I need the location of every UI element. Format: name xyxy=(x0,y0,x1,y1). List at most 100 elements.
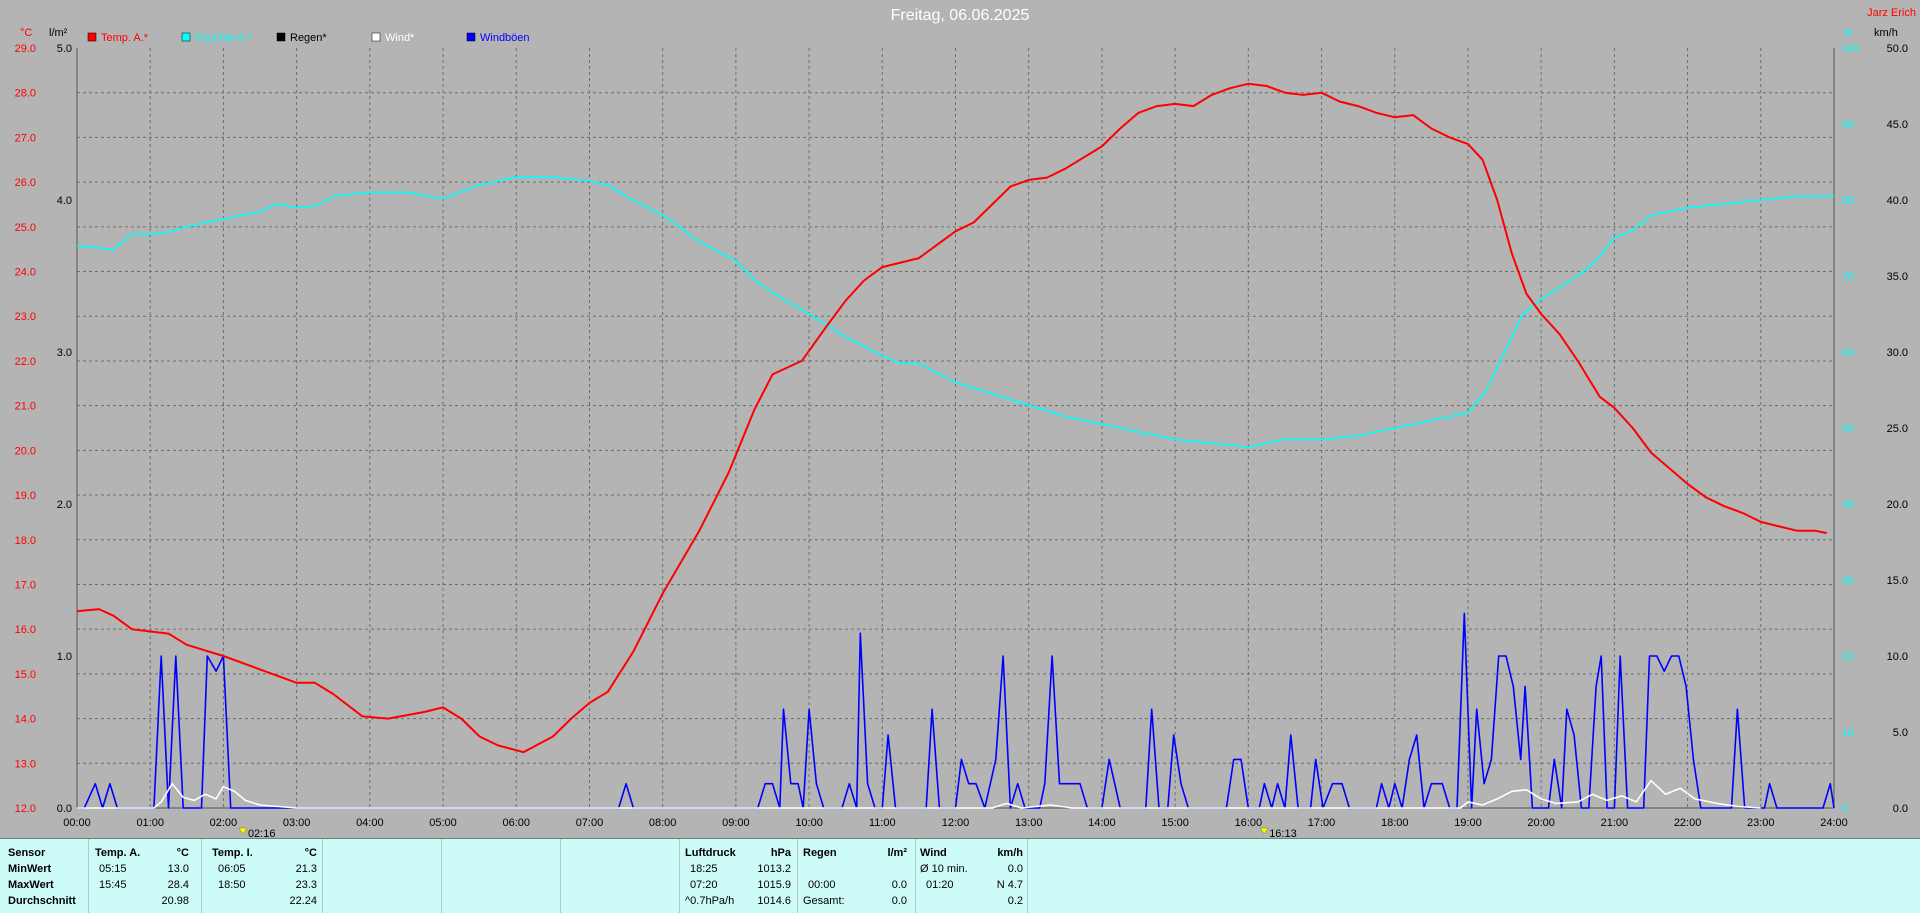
time-tick-label: 16:00 xyxy=(1235,817,1263,829)
time-tick-label: 03:00 xyxy=(283,817,311,829)
time-tick-label: 05:00 xyxy=(429,817,457,829)
legend-swatch xyxy=(466,32,476,42)
temp-tick-label: 23.0 xyxy=(15,311,36,323)
humidity-tick-label: 40 xyxy=(1842,499,1854,511)
time-tick-label: 23:00 xyxy=(1747,817,1775,829)
legend-label: Temp. A.* xyxy=(101,32,149,44)
sensor-header: Sensor xyxy=(8,847,46,859)
temp-tick-label: 26.0 xyxy=(15,177,36,189)
temp-a-min-time: 05:15 xyxy=(99,863,127,875)
regen-column: Regen l/m² 00:00 Gesamt: 0.0 0.0 xyxy=(798,839,916,913)
time-tick-label: 21:00 xyxy=(1601,817,1629,829)
time-tick-label: 19:00 xyxy=(1454,817,1482,829)
time-tick-label: 18:00 xyxy=(1381,817,1409,829)
temp-tick-label: 19.0 xyxy=(15,490,36,502)
wind-tick-label: 15.0 xyxy=(1887,575,1908,587)
wind-tick-label: 5.0 xyxy=(1893,727,1908,739)
time-tick-label: 02:00 xyxy=(210,817,238,829)
temp-tick-label: 24.0 xyxy=(15,267,36,279)
time-tick-label: 04:00 xyxy=(356,817,384,829)
wind-column: Wind km/h Ø 10 min. 01:20 0.0 N 4.7 0.2 xyxy=(916,839,1028,913)
author-label: Jarz Erich xyxy=(1867,7,1916,19)
wind-unit-label: km/h xyxy=(1874,27,1898,39)
time-tick-label: 20:00 xyxy=(1527,817,1555,829)
temp-tick-label: 28.0 xyxy=(15,88,36,100)
legend-label: Feuchte A.* xyxy=(195,32,253,44)
luftdruck-unit: hPa xyxy=(770,847,791,859)
time-tick-label: 07:00 xyxy=(576,817,604,829)
legend-swatch xyxy=(87,32,97,42)
legend-swatch xyxy=(371,32,381,42)
humidity-tick-label: 50 xyxy=(1842,423,1854,435)
temp-a-max-value: 28.4 xyxy=(167,879,189,891)
temp-unit-label: °C xyxy=(20,27,32,39)
wind-daily-avg: 0.2 xyxy=(1007,895,1023,907)
regen-total-value: 0.0 xyxy=(891,895,907,907)
legend-swatch xyxy=(276,32,286,42)
plot-area xyxy=(0,0,1920,838)
temp-tick-label: 18.0 xyxy=(15,535,36,547)
wind-tick-label: 35.0 xyxy=(1887,271,1908,283)
chart-title: Freitag, 06.06.2025 xyxy=(891,7,1030,24)
temp-tick-label: 17.0 xyxy=(15,579,36,591)
humidity-tick-label: 0 xyxy=(1842,803,1848,815)
temp-a-min-value: 13.0 xyxy=(167,863,189,875)
luftdruck-min-time: 18:25 xyxy=(690,863,718,875)
rain-tick-label: 1.0 xyxy=(57,651,72,663)
time-tick-label: 17:00 xyxy=(1308,817,1336,829)
time-tick-label: 11:00 xyxy=(869,817,896,829)
wind-tick-label: 40.0 xyxy=(1887,195,1908,207)
time-tick-label: 01:00 xyxy=(136,817,164,829)
temp-tick-label: 16.0 xyxy=(15,624,36,636)
statistics-panel: Sensor MinWert MaxWert Durchschnitt Temp… xyxy=(0,838,1920,913)
temp-i-avg-value: 22.24 xyxy=(289,895,317,907)
temp-a-avg-value: 20.98 xyxy=(161,895,189,907)
luftdruck-header: Luftdruck xyxy=(685,847,736,859)
time-tick-label: 12:00 xyxy=(942,817,970,829)
weather-chart: 12.0 13.0 14.0 15.0 16.0 17.0 18.0 19.0 20.0 21.0… xyxy=(0,0,1920,838)
row-label-avg: Durchschnitt xyxy=(8,895,76,907)
rain-tick-label: 4.0 xyxy=(57,195,72,207)
time-tick-label: 09:00 xyxy=(722,817,750,829)
wind-avg-label: Ø 10 min. xyxy=(920,863,968,875)
temp-i-max-time: 18:50 xyxy=(218,879,246,891)
wind-max-time: 01:20 xyxy=(926,879,954,891)
temp-i-max-value: 23.3 xyxy=(295,879,317,891)
luftdruck-max-time: 07:20 xyxy=(690,879,718,891)
humidity-tick-label: 60 xyxy=(1842,347,1854,359)
humidity-tick-label: 80 xyxy=(1842,195,1854,207)
luftdruck-min-value: 1013.2 xyxy=(757,863,791,875)
legend-swatch xyxy=(181,32,191,42)
humidity-tick-label: 20 xyxy=(1842,651,1854,663)
time-tick-label: 15:00 xyxy=(1161,817,1189,829)
temp-a-header: Temp. A. xyxy=(95,847,141,859)
time-tick-label: 13:00 xyxy=(1015,817,1043,829)
temp-i-column: Temp. I. °C 06:05 18:50 21.3 23.3 22.24 xyxy=(202,839,323,913)
sunrise-time-label: 02:16 xyxy=(248,828,276,838)
legend-label: Windböen xyxy=(480,32,530,44)
temp-tick-label: 13.0 xyxy=(15,758,36,770)
humidity-tick-label: 10 xyxy=(1842,727,1854,739)
luftdruck-max-value: 1015.9 xyxy=(757,879,791,891)
rain-tick-label: 0.0 xyxy=(57,803,72,815)
wind-tick-label: 45.0 xyxy=(1887,119,1908,131)
humidity-tick-label: 90 xyxy=(1842,119,1854,131)
regen-unit: l/m² xyxy=(887,847,907,859)
humidity-unit-label: % xyxy=(1843,27,1853,39)
row-label-max: MaxWert xyxy=(8,879,54,891)
rain-tick-label: 5.0 xyxy=(57,43,72,55)
wind-unit: km/h xyxy=(997,847,1023,859)
wind-avg-value: 0.0 xyxy=(1007,863,1023,875)
wind-tick-label: 50.0 xyxy=(1887,43,1908,55)
regen-header: Regen xyxy=(803,847,837,859)
wind-tick-label: 10.0 xyxy=(1887,651,1908,663)
temp-tick-label: 25.0 xyxy=(15,222,36,234)
temp-i-min-value: 21.3 xyxy=(295,863,317,875)
regen-max-time: 00:00 xyxy=(808,879,836,891)
row-label-min: MinWert xyxy=(8,863,52,875)
wind-tick-label: 25.0 xyxy=(1887,423,1908,435)
temp-i-min-time: 06:05 xyxy=(218,863,246,875)
wind-tick-label: 0.0 xyxy=(1893,803,1908,815)
time-tick-label: 10:00 xyxy=(795,817,823,829)
time-tick-label: 00:00 xyxy=(63,817,91,829)
